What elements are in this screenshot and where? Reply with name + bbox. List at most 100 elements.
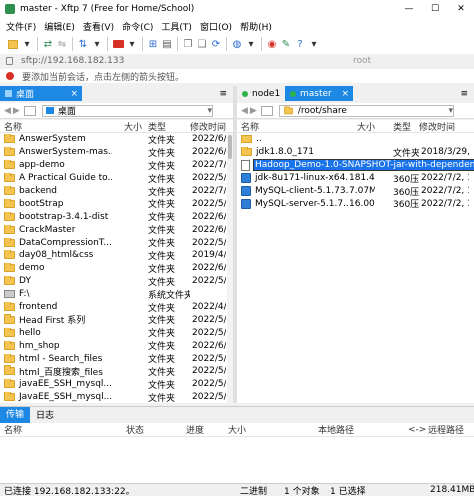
folder-icon xyxy=(4,327,15,337)
file-row[interactable]: demo 文件夹 2022/6/1 xyxy=(0,262,233,275)
dropdown-arrow-icon[interactable]: ▾ xyxy=(90,37,104,51)
status-encoding[interactable]: 二进制 xyxy=(240,484,284,496)
file-row[interactable]: AnswerSystem-mas... 文件夹 2022/6/5 xyxy=(0,146,233,159)
file-row[interactable]: hm_shop 文件夹 2022/6/1 xyxy=(0,339,233,352)
file-row[interactable]: DY 文件夹 2022/5/2 xyxy=(0,275,233,288)
terminal-icon[interactable] xyxy=(111,37,125,51)
file-row[interactable]: Hadoop_Demo-1.0-SNAPSHOT-jar-with-depend… xyxy=(237,159,474,172)
column-type[interactable]: 类型 xyxy=(375,120,419,133)
up-folder-icon[interactable] xyxy=(23,105,36,116)
new-session-icon[interactable] xyxy=(6,37,20,51)
file-row[interactable]: MySQL-server-5.1.7...16.00MB 360压缩2022/7/… xyxy=(237,197,474,210)
column-name[interactable]: 名称 xyxy=(0,120,112,133)
up-folder-icon[interactable] xyxy=(260,105,273,116)
column-modified[interactable]: 修改时间 xyxy=(419,120,469,133)
tab-log[interactable]: 日志 xyxy=(30,408,60,421)
file-row[interactable]: jdk1.8.0_171 文件夹2018/3/29, 8 xyxy=(237,146,474,159)
file-type: 文件夹 xyxy=(148,187,176,198)
file-row[interactable]: day08_html&css 文件夹 2019/4/2 xyxy=(0,249,233,262)
menu-view[interactable]: 查看(V) xyxy=(83,20,114,33)
dropdown-arrow-icon[interactable]: ▾ xyxy=(125,37,139,51)
globe-icon[interactable]: ◍ xyxy=(230,37,244,51)
file-row[interactable]: MySQL-client-5.1.73...7.07MB 360压缩2022/7/… xyxy=(237,185,474,197)
disconnect-icon[interactable]: ⇋ xyxy=(55,37,69,51)
tab-menu-icon[interactable]: ≡ xyxy=(219,89,227,99)
tab-transfer[interactable]: 传输 xyxy=(0,406,31,423)
file-row[interactable]: html_百度搜索_files 文件夹 2022/5/2 xyxy=(0,365,233,378)
file-row[interactable]: Head First 系列 文件夹 2022/5/2 xyxy=(0,313,233,326)
menu-edit[interactable]: 编辑(E) xyxy=(44,20,75,33)
file-name: Hadoop_Demo-1.0-SNAPSHOT-jar-with-depend… xyxy=(237,159,474,172)
properties-icon[interactable]: ▤ xyxy=(160,37,174,51)
user-input[interactable]: root xyxy=(353,56,371,66)
file-row[interactable]: jdk-8u171-linux-x64...181.4MB 360压缩2022/7… xyxy=(237,172,474,185)
minimize-button[interactable]: — xyxy=(396,4,422,14)
close-tab-icon[interactable]: × xyxy=(341,89,349,99)
tab-desktop[interactable]: 桌面 × xyxy=(0,86,82,101)
xshell-icon[interactable]: ◉ xyxy=(265,37,279,51)
file-row[interactable]: backend 文件夹 2022/7/2 xyxy=(0,185,233,198)
file-name: hm_shop xyxy=(0,340,112,351)
column-type[interactable]: 类型 xyxy=(142,120,190,133)
column-name[interactable]: 名称 xyxy=(237,120,349,133)
new-folder-icon[interactable]: ⊞ xyxy=(146,37,160,51)
column-local-path[interactable]: 本地路径 xyxy=(318,423,408,436)
address-input[interactable]: sftp://192.168.182.133 xyxy=(21,56,321,66)
help-icon[interactable]: ? xyxy=(293,37,307,51)
paste-icon[interactable]: ❑ xyxy=(195,37,209,51)
file-row[interactable]: AnswerSystem 文件夹 2022/6/2 xyxy=(0,133,233,146)
file-row[interactable]: hello 文件夹 2022/5/2 xyxy=(0,326,233,339)
file-row[interactable]: html - Search_files 文件夹 2022/5/2 xyxy=(0,352,233,365)
column-modified[interactable]: 修改时间 xyxy=(190,120,226,133)
column-progress[interactable]: 进度 xyxy=(186,423,228,436)
menu-help[interactable]: 帮助(H) xyxy=(240,20,272,33)
transfer-icon[interactable]: ⇅ xyxy=(76,37,90,51)
tab-node1[interactable]: node1 xyxy=(237,86,285,101)
file-row[interactable]: A Practical Guide to... 文件夹 2022/5/2 xyxy=(0,172,233,185)
file-row[interactable]: CrackMaster 文件夹 2022/6/2 xyxy=(0,223,233,236)
file-row[interactable]: javaEE_SSH_mysql... 文件夹 2022/5/2 xyxy=(0,378,233,391)
menu-command[interactable]: 命令(C) xyxy=(122,20,153,33)
file-row[interactable]: app-demo 文件夹 2022/7/2 xyxy=(0,159,233,172)
file-row[interactable]: bootstrap-3.4.1-dist 文件夹 2022/6/1 xyxy=(0,210,233,223)
right-rows: .. jdk1.8.0_171 文件夹2018/3/29, 8Hadoop_Demo… xyxy=(237,133,474,210)
column-size[interactable]: 大小 xyxy=(228,423,318,436)
tools-icon[interactable]: ✎ xyxy=(279,37,293,51)
close-tab-icon[interactable]: × xyxy=(70,89,78,99)
rename-input[interactable]: Hadoop_Demo-1.0-SNAPSHOT-jar-with-depend… xyxy=(252,159,474,172)
connect-icon[interactable]: ⇄ xyxy=(41,37,55,51)
sync-icon[interactable]: ⟳ xyxy=(209,37,223,51)
forward-icon[interactable]: ▶ xyxy=(13,106,20,116)
tab-master[interactable]: master × xyxy=(285,86,353,101)
tab-menu-icon[interactable]: ≡ xyxy=(460,89,468,99)
right-path-combo[interactable]: /root/share ▾ xyxy=(278,104,454,117)
file-row[interactable]: .. xyxy=(237,133,474,146)
close-button[interactable]: ✕ xyxy=(448,4,474,14)
maximize-button[interactable]: ☐ xyxy=(422,4,448,14)
left-scrollbar-thumb[interactable] xyxy=(228,135,232,159)
file-row[interactable]: DataCompressionT... 文件夹 2022/5/2 xyxy=(0,236,233,249)
file-row[interactable]: F:\ 系统文件夹 xyxy=(0,288,233,301)
back-icon[interactable]: ◀ xyxy=(241,106,248,116)
forward-icon[interactable]: ▶ xyxy=(250,106,257,116)
column-size[interactable]: 大小 xyxy=(349,120,375,133)
file-row[interactable]: bootStrap 文件夹 2022/5/2 xyxy=(0,197,233,210)
column-name[interactable]: 名称 xyxy=(0,423,126,436)
menu-file[interactable]: 文件(F) xyxy=(6,20,36,33)
column-remote-path[interactable]: 远程路径 xyxy=(428,423,468,436)
dropdown-arrow-icon[interactable]: ▾ xyxy=(244,37,258,51)
file-row[interactable]: JavaEE_SSH_mysql... 文件夹 2022/5/2 xyxy=(0,391,233,403)
file-modified: 2022/5/2 xyxy=(192,173,226,184)
file-row[interactable]: frontend 文件夹 2022/4/5 xyxy=(0,301,233,313)
left-path-combo[interactable]: 桌面 ▾ xyxy=(41,104,213,117)
copy-icon[interactable]: ❐ xyxy=(181,37,195,51)
back-icon[interactable]: ◀ xyxy=(4,106,11,116)
column-size[interactable]: 大小 xyxy=(112,120,142,133)
column-direction[interactable]: <-> xyxy=(408,425,428,435)
column-status[interactable]: 状态 xyxy=(126,423,186,436)
file-name-label: hello xyxy=(19,327,41,338)
dropdown-arrow-icon[interactable]: ▾ xyxy=(307,37,321,51)
dropdown-arrow-icon[interactable]: ▾ xyxy=(20,37,34,51)
menu-window[interactable]: 窗口(O) xyxy=(200,20,232,33)
menu-tools[interactable]: 工具(T) xyxy=(161,20,192,33)
